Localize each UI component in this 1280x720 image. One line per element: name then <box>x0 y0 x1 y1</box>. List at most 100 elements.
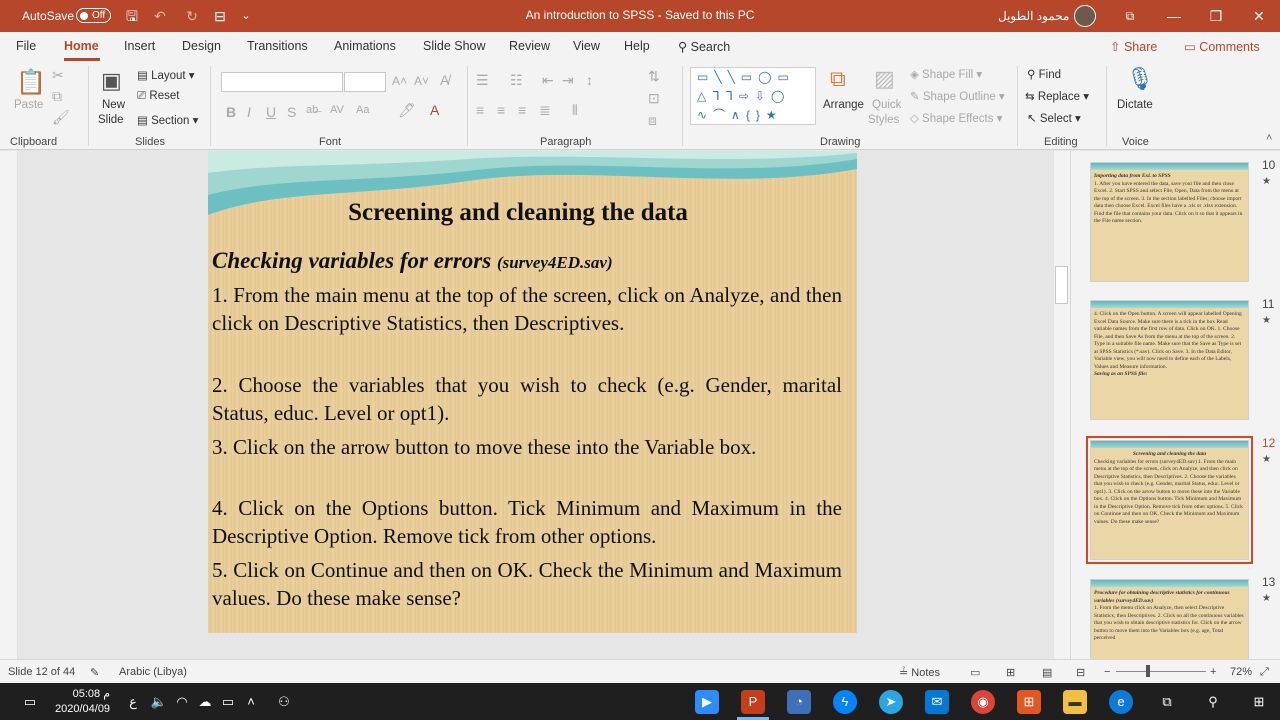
zoom-in-icon[interactable]: + <box>1210 666 1216 678</box>
zoom-slider[interactable] <box>1116 671 1206 672</box>
find-button[interactable]: ⚲ Find <box>1027 67 1061 81</box>
fit-to-window-icon[interactable]: ⤢ <box>1260 666 1269 679</box>
justify-icon[interactable]: ≣ <box>539 102 551 119</box>
align-text-icon[interactable]: ⊡ <box>648 90 660 107</box>
quick-styles-icon[interactable]: ▨ <box>874 66 895 92</box>
columns-icon[interactable]: ⫴ <box>572 102 578 119</box>
collapse-ribbon-icon[interactable]: ˄ <box>1266 132 1272 144</box>
copy-icon[interactable]: ⧉ <box>52 88 62 105</box>
spss-app-icon[interactable]: ◔ <box>787 690 811 714</box>
show-hidden-icons-icon[interactable]: ˄ <box>239 690 263 714</box>
align-center-icon[interactable]: ≡ <box>497 102 505 118</box>
select-button[interactable]: ↖ Select ▾ <box>1027 111 1081 125</box>
main-scrollbar[interactable] <box>1054 151 1070 659</box>
slide-thumbnail-selected[interactable]: Screening and cleaning the data Checking … <box>1086 436 1253 564</box>
tab-slide-show[interactable]: Slide Show <box>423 39 486 53</box>
numbering-icon[interactable]: ☷ <box>510 72 523 89</box>
start-menu-icon[interactable]: ⊞ <box>1247 690 1271 714</box>
action-center-icon[interactable]: ▭ <box>18 690 42 714</box>
change-case-icon[interactable]: Aa <box>356 104 369 116</box>
slideshow-view-icon[interactable]: ⊟ <box>1076 666 1085 679</box>
main-scrollbar-thumb[interactable] <box>1055 266 1068 304</box>
paste-icon[interactable]: 📋 <box>16 68 46 97</box>
slide-subtitle[interactable]: Checking variables for errors (survey4ED… <box>212 248 613 274</box>
slide-sorter-icon[interactable]: ⊞ <box>1006 666 1015 679</box>
slide-thumbnail[interactable]: Importing data from Exl. to SPSS 1. After… <box>1090 162 1249 282</box>
slide-title[interactable]: Screening and cleaning the data <box>208 199 828 227</box>
restore-icon[interactable]: ❐ <box>1204 4 1228 28</box>
align-left-icon[interactable]: ≡ <box>476 102 484 118</box>
char-spacing-icon[interactable]: AV <box>330 104 344 116</box>
zoom-out-icon[interactable]: − <box>1104 666 1110 678</box>
volume-icon[interactable]: 🔈 <box>147 690 171 714</box>
arrange-icon[interactable]: ⧉ <box>830 66 846 92</box>
reading-view-icon[interactable]: ▤ <box>1042 666 1052 679</box>
shape-outline-button[interactable]: ✎ Shape Outline ▾ <box>910 89 1005 103</box>
people-icon[interactable]: ⚇ <box>272 690 296 714</box>
wifi-icon[interactable]: ◠ <box>170 690 194 714</box>
decrease-indent-icon[interactable]: ⇤ <box>542 72 554 89</box>
slide-step[interactable]: 5. Click on Continue and then on OK. Che… <box>212 556 842 612</box>
line-spacing-icon[interactable]: ↕ <box>586 72 593 88</box>
zoom-slider-thumb[interactable] <box>1146 665 1150 677</box>
file-explorer-icon[interactable]: ▬ <box>1063 690 1087 714</box>
underline-icon[interactable]: U <box>266 104 276 120</box>
tab-insert[interactable]: Insert <box>124 39 155 53</box>
microphone-icon[interactable]: 🎙 <box>1126 66 1154 92</box>
strikethrough-icon[interactable]: ab̶ <box>306 104 318 116</box>
slide-thumbnail[interactable]: Procedure for obtaining descriptive stat… <box>1090 579 1249 659</box>
notes-button[interactable]: ≟ Notes <box>899 666 940 679</box>
font-name-input[interactable] <box>221 72 343 92</box>
quick-styles-label-2[interactable]: Styles <box>868 114 899 126</box>
zoom-app-icon[interactable]: ▶ <box>695 690 719 714</box>
highlight-icon[interactable]: 🖊 <box>398 102 416 119</box>
replace-button[interactable]: ⇆ Replace ▾ <box>1025 89 1089 103</box>
onedrive-icon[interactable]: ☁ <box>193 690 217 714</box>
paste-button[interactable]: Paste <box>14 99 43 111</box>
share-button[interactable]: ⇧ Share <box>1110 39 1157 54</box>
edge-app-icon[interactable]: e <box>1109 690 1133 714</box>
tab-design[interactable]: Design <box>182 39 221 53</box>
current-slide[interactable]: Screening and cleaning the data Checking… <box>208 151 857 633</box>
new-slide-label-1[interactable]: New <box>102 99 125 111</box>
align-right-icon[interactable]: ≡ <box>518 102 526 118</box>
zoom-level[interactable]: 72% <box>1230 666 1252 678</box>
smartart-icon[interactable]: ⧈ <box>648 112 657 129</box>
format-painter-icon[interactable]: 🖌 <box>52 109 70 126</box>
shape-fill-button[interactable]: ◈ Shape Fill ▾ <box>910 67 982 81</box>
font-size-input[interactable] <box>344 72 386 92</box>
font-color-icon[interactable]: A <box>430 102 439 118</box>
bullets-icon[interactable]: ☰ <box>476 72 489 89</box>
italic-icon[interactable]: I <box>247 104 251 120</box>
language-indicator[interactable]: Arabic (Libya) <box>119 666 187 678</box>
taskbar-clock[interactable]: 05:08 م 2020/04/09 <box>55 687 110 717</box>
slide-counter[interactable]: Slide 12 of 44 <box>8 666 75 678</box>
minimize-icon[interactable]: — <box>1162 4 1186 28</box>
spellcheck-icon[interactable]: ✎ <box>90 666 99 679</box>
slide-thumbnail[interactable]: 4. Click on the Open button. A screen wi… <box>1090 300 1249 420</box>
tab-transitions[interactable]: Transitions <box>247 39 308 53</box>
battery-icon[interactable]: ▭ <box>216 690 240 714</box>
reset-button[interactable]: ⎚ Reset <box>137 90 179 103</box>
shapes-gallery[interactable]: ▭╲╲▭◯▭ △ᒣᒣ⇨⇩◯ ∿⌒∧{}★ <box>690 67 816 125</box>
cut-icon[interactable]: ✂ <box>52 67 64 84</box>
mail-app-icon[interactable]: ✉ <box>925 690 949 714</box>
store-app-icon[interactable]: ⊞ <box>1017 690 1041 714</box>
text-direction-icon[interactable]: ⇅ <box>648 68 660 85</box>
messenger-app-icon[interactable]: ϟ <box>833 690 857 714</box>
comments-button[interactable]: ▭ Comments <box>1184 39 1260 54</box>
slide-step[interactable]: 4. Click on the Options button. Tick Min… <box>212 494 842 550</box>
slide-step[interactable]: 3. Click on the arrow button to move the… <box>212 433 842 461</box>
bold-icon[interactable]: B <box>226 104 236 120</box>
task-view-icon[interactable]: ⧉ <box>1155 690 1179 714</box>
left-scrollbar[interactable] <box>0 151 18 659</box>
shape-effects-button[interactable]: ◇ Shape Effects ▾ <box>910 111 1002 125</box>
chrome-app-icon[interactable]: ◉ <box>971 690 995 714</box>
tab-help[interactable]: Help <box>624 39 650 53</box>
tab-home[interactable]: Home <box>64 39 99 53</box>
tab-review[interactable]: Review <box>509 39 550 53</box>
increase-font-icon[interactable]: A˄ <box>392 74 407 88</box>
layout-button[interactable]: ▤ Layout ▾ <box>137 68 195 82</box>
input-language-indicator[interactable]: ع <box>121 690 145 714</box>
normal-view-icon[interactable]: ▭ <box>970 666 980 679</box>
